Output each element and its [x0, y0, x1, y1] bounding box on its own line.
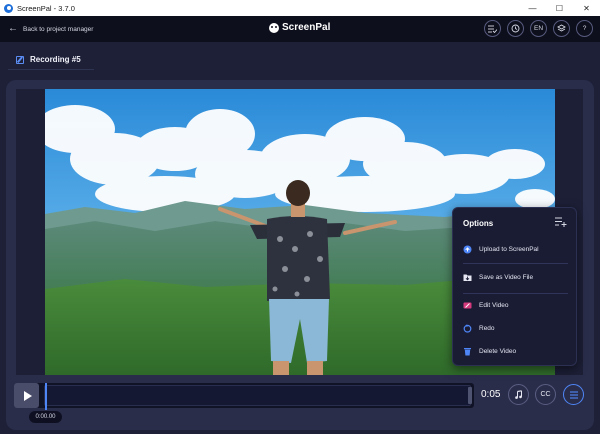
history-icon[interactable]	[507, 20, 524, 37]
redo-item[interactable]: Redo	[453, 317, 578, 339]
delete-video-item[interactable]: Delete Video	[453, 340, 578, 362]
menu-icon	[569, 390, 578, 399]
playhead[interactable]	[45, 383, 47, 410]
save-file-label: Save as Video File	[479, 273, 534, 281]
close-window-button[interactable]: ✕	[573, 0, 600, 16]
checklist-icon[interactable]	[484, 20, 501, 37]
edit-video-label: Edit Video	[479, 301, 509, 309]
brand-name: ScreenPal	[282, 22, 331, 33]
play-icon	[23, 390, 32, 401]
delete-video-label: Delete Video	[479, 347, 517, 355]
help-button[interactable]: ?	[576, 20, 593, 37]
captions-button[interactable]: CC	[535, 384, 556, 405]
brand-logo: ScreenPal	[269, 22, 330, 33]
video-duration: 0:05	[481, 389, 501, 400]
save-file-icon	[463, 274, 472, 281]
upload-label: Upload to ScreenPal	[479, 245, 539, 253]
options-title: Options	[463, 219, 494, 228]
window-title: ScreenPal - 3.7.0	[17, 3, 75, 13]
language-button[interactable]: EN	[530, 20, 547, 37]
timeline-track[interactable]	[44, 385, 471, 406]
add-to-list-icon[interactable]	[555, 217, 567, 227]
upload-icon	[463, 245, 472, 253]
back-to-project-manager-button[interactable]: ← Back to project manager	[8, 24, 93, 34]
window-titlebar: ScreenPal - 3.7.0 — ☐ ✕	[0, 0, 600, 16]
maximize-button[interactable]: ☐	[546, 0, 573, 16]
save-as-video-file-item[interactable]: Save as Video File	[453, 266, 578, 288]
options-divider	[463, 263, 568, 264]
minimize-button[interactable]: —	[519, 0, 546, 16]
play-button[interactable]	[14, 383, 39, 408]
arrow-left-icon: ←	[8, 23, 18, 34]
options-menu: Options Upload to ScreenPal Save as Vide…	[452, 207, 577, 366]
redo-icon	[463, 324, 472, 333]
edit-video-item[interactable]: Edit Video	[453, 294, 578, 316]
delete-icon	[464, 347, 471, 355]
current-time-label: 0:00.00	[29, 411, 62, 423]
app-header: ← Back to project manager ScreenPal EN ?	[0, 16, 600, 42]
screenpal-app-icon	[4, 3, 13, 13]
upload-to-screenpal-item[interactable]: Upload to ScreenPal	[453, 238, 578, 260]
header-toolbar: EN ?	[484, 20, 593, 37]
layers-icon[interactable]	[553, 20, 570, 37]
recording-title: Recording #5	[30, 55, 81, 64]
options-menu-button[interactable]	[563, 384, 584, 405]
timeline-end-handle[interactable]	[468, 387, 472, 404]
recording-title-tab[interactable]: Recording #5	[8, 50, 94, 70]
back-button-label: Back to project manager	[23, 25, 94, 33]
redo-label: Redo	[479, 324, 495, 332]
screenpal-logo-icon	[269, 22, 279, 33]
edit-video-icon	[463, 302, 472, 308]
edit-title-icon[interactable]	[16, 55, 24, 64]
music-note-icon	[514, 389, 522, 399]
music-button[interactable]	[508, 384, 529, 405]
